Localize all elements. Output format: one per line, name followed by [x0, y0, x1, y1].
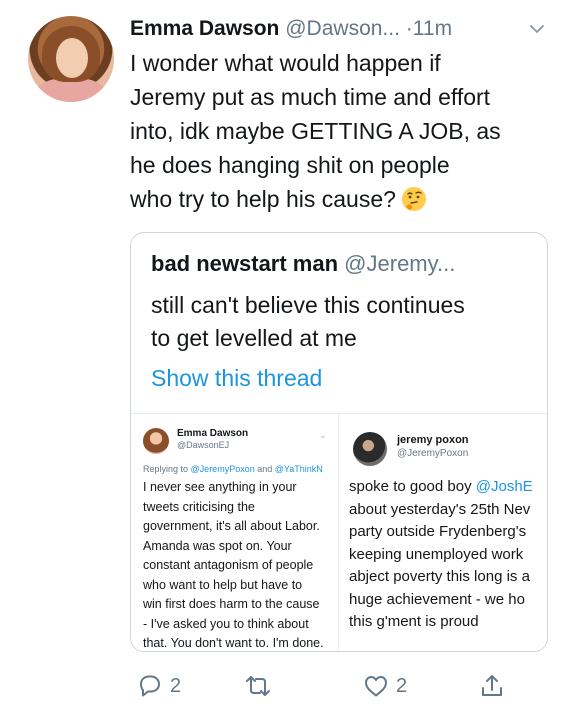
like-icon [365, 676, 387, 697]
author-handle[interactable]: @Dawson... [285, 17, 400, 40]
avatar-face [56, 38, 88, 78]
replying-to-line: Replying to @JeremyPoxon and @YaThinkN [143, 464, 323, 474]
share-icon [482, 675, 502, 696]
screenshot-text-prefix: spoke to good boy [349, 478, 472, 495]
tweet-actions: 2 2 [130, 668, 550, 704]
screenshot-text-line: spoke to good boy @JoshE [349, 476, 533, 499]
quoted-author-name: bad newstart man [151, 251, 339, 276]
screenshot-text-line: government, it's all about Labor. [143, 519, 320, 533]
reply-count: 2 [170, 674, 182, 697]
quoted-text-line: still can't believe this continues [151, 292, 465, 318]
quoted-text-line: to get levelled at me [151, 325, 357, 351]
screenshot-text-line: I never see anything in your [143, 480, 297, 494]
tweet-body: I wonder what would happen if Jeremy put… [130, 46, 560, 216]
tweet-text-line: he does hanging shit on people [130, 152, 450, 178]
thinking-face-icon [401, 187, 426, 211]
replying-to-label: Replying to [143, 464, 189, 474]
share-button[interactable] [478, 668, 506, 704]
quoted-tweet-body: still can't believe this continues to ge… [151, 289, 465, 355]
show-thread-link[interactable]: Show this thread [151, 363, 322, 393]
chevron-down-icon: ⌄ [319, 430, 327, 440]
mention: @YaThinkN [274, 464, 323, 474]
screenshot-text-line: Amanda was spot on. Your [143, 538, 292, 553]
retweet-button[interactable] [244, 668, 278, 704]
chevron-down-icon[interactable] [528, 20, 546, 38]
screenshot-text-line: huge achievement - we ho [349, 590, 525, 608]
tweet-text-line: I wonder what would happen if [130, 50, 441, 76]
header-separator: · [405, 17, 413, 40]
mention: @JeremyPoxon [190, 464, 255, 474]
like-count: 2 [396, 674, 408, 697]
screenshot-text-line: win first does harm to the cause [143, 597, 320, 611]
quoted-author-handle: @Jeremy... [344, 251, 456, 276]
mention: @JoshE [475, 478, 533, 495]
author-avatar[interactable] [28, 16, 114, 102]
media-image-left[interactable]: Emma Dawson @DawsonEJ ⌄ Replying to @Jer… [131, 414, 339, 651]
screenshot-author-name: jeremy poxon [397, 434, 469, 446]
screenshot-text: I never see anything in your tweets crit… [143, 478, 324, 651]
tweet-text-line-text: who try to help his cause? [130, 186, 396, 212]
avatar [143, 428, 169, 454]
screenshot-text-line: who want to help but have to [143, 577, 303, 592]
screenshot-author-name: Emma Dawson [177, 428, 249, 439]
screenshot-author-handle: @DawsonEJ [177, 440, 230, 450]
replying-to-and: and [257, 464, 273, 474]
tweet-text-line: into, idk maybe GETTING A JOB, as [130, 118, 501, 144]
quoted-media: Emma Dawson @DawsonEJ ⌄ Replying to @Jer… [131, 413, 547, 651]
author-name[interactable]: Emma Dawson [130, 17, 279, 40]
screenshot-text-line: tweets criticising the [143, 499, 255, 514]
screenshot-text-line: constant antagonism of people [143, 558, 314, 572]
tweet-text-line-last: who try to help his cause? [130, 182, 560, 216]
screenshot-text-line: - I've asked you to think about [143, 616, 309, 631]
screenshot-text: spoke to good boy @JoshE about yesterday… [349, 476, 533, 634]
retweet-icon [246, 676, 270, 696]
tweet-header: Emma Dawson @Dawson... ·11m [130, 14, 550, 44]
screenshot-text-line: that. You don't want to. I'm done. [143, 636, 324, 650]
screenshot-text-line: about yesterday's 25th Nev [349, 500, 531, 518]
like-button[interactable]: 2 [362, 668, 407, 704]
quoted-tweet-header: bad newstart man @Jeremy... [151, 249, 455, 279]
screenshot-text-line: keeping unemployed work [349, 545, 524, 563]
reply-icon [140, 675, 160, 697]
media-image-right[interactable]: jeremy poxon @JeremyPoxon spoke to good … [339, 414, 547, 651]
tweet-time[interactable]: 11m [413, 17, 452, 40]
screenshot-text-line: this g'ment is proud [349, 613, 479, 630]
screenshot-text-line: abject poverty this long is a [349, 568, 530, 585]
avatar [353, 432, 387, 466]
quoted-tweet[interactable]: bad newstart man @Jeremy... still can't … [130, 232, 548, 652]
screenshot-text-line: party outside Frydenberg's [349, 523, 527, 540]
tweet-text-line: Jeremy put as much time and effort [130, 84, 491, 110]
reply-button[interactable]: 2 [136, 668, 181, 704]
screenshot-author-handle: @JeremyPoxon [397, 448, 469, 459]
